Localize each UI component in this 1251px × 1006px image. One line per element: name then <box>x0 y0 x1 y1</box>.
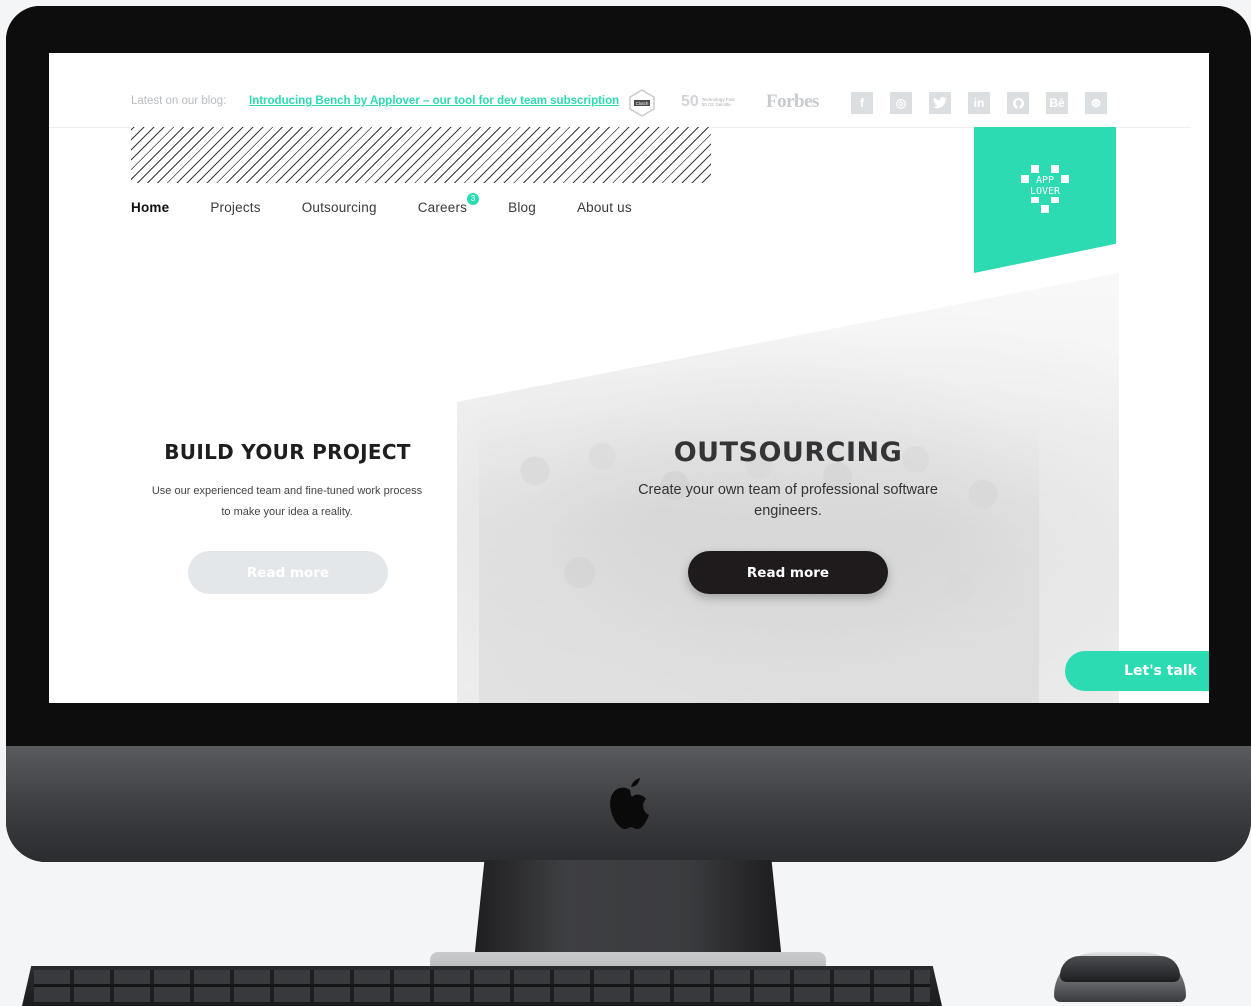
deloitte-text: Technology Fast 50 CE Deloitte <box>701 97 735 107</box>
blog-post-link[interactable]: Introducing Bench by Applover – our tool… <box>249 95 619 107</box>
top-bar: Latest on our blog: Introducing Bench by… <box>49 53 1191 128</box>
github-octocat-icon <box>1012 97 1024 109</box>
nav-item-about-us[interactable]: About us <box>577 200 632 215</box>
nav-item-careers[interactable]: Careers 3 <box>417 193 480 215</box>
logo-text-app: APP <box>1036 175 1054 186</box>
deloitte-number: 50 <box>681 93 699 110</box>
apple-logo-icon <box>610 778 649 830</box>
blog-label: Latest on our blog: <box>131 95 227 107</box>
twitter-icon[interactable] <box>929 92 951 114</box>
clutch-badge-text: Clutch <box>636 101 649 106</box>
outsourcing-title: OUTSOURCING <box>673 437 903 468</box>
outsourcing-text: Create your own team of professional sof… <box>638 482 938 519</box>
nav-item-outsourcing[interactable]: Outsourcing <box>302 200 377 215</box>
careers-count-badge: 3 <box>467 193 480 205</box>
applover-logo[interactable]: APP LOVER <box>1019 163 1071 215</box>
dribbble-icon[interactable]: ⊛ <box>1085 92 1107 114</box>
main-nav: Home Projects Outsourcing Careers 3 Blog… <box>131 193 673 215</box>
build-project-text: Use our experienced team and fine-tuned … <box>151 485 423 518</box>
nav-item-careers-label: Careers <box>417 200 468 215</box>
nav-item-home[interactable]: Home <box>131 200 169 215</box>
mouse-top <box>1060 956 1180 982</box>
social-links: f ◎ in Bē ⊛ <box>851 92 1107 114</box>
forbes-logo: Forbes <box>766 91 819 112</box>
clutch-badge-icon: Clutch <box>629 89 655 117</box>
logo-text-lover: LOVER <box>1030 186 1061 197</box>
twitter-bird-icon <box>933 97 947 109</box>
build-project-title: BUILD YOUR PROJECT <box>164 440 411 464</box>
outsourcing-read-more-button[interactable]: Read more <box>688 551 888 594</box>
build-read-more-button[interactable]: Read more <box>188 551 388 594</box>
instagram-icon[interactable]: ◎ <box>890 92 912 114</box>
deloitte-badge: 50 Technology Fast 50 CE Deloitte <box>681 93 738 111</box>
github-icon[interactable] <box>1007 92 1029 114</box>
behance-icon[interactable]: Bē <box>1046 92 1068 114</box>
linkedin-icon[interactable]: in <box>968 92 990 114</box>
nav-item-blog[interactable]: Blog <box>508 200 536 215</box>
facebook-icon[interactable]: f <box>851 92 873 114</box>
decorative-hatch-pattern <box>131 127 711 183</box>
lets-talk-button[interactable]: Let's talk <box>1065 651 1209 691</box>
keyboard-row-gap <box>34 984 930 987</box>
nav-item-projects[interactable]: Projects <box>210 200 260 215</box>
website-screen: Latest on our blog: Introducing Bench by… <box>49 53 1209 703</box>
